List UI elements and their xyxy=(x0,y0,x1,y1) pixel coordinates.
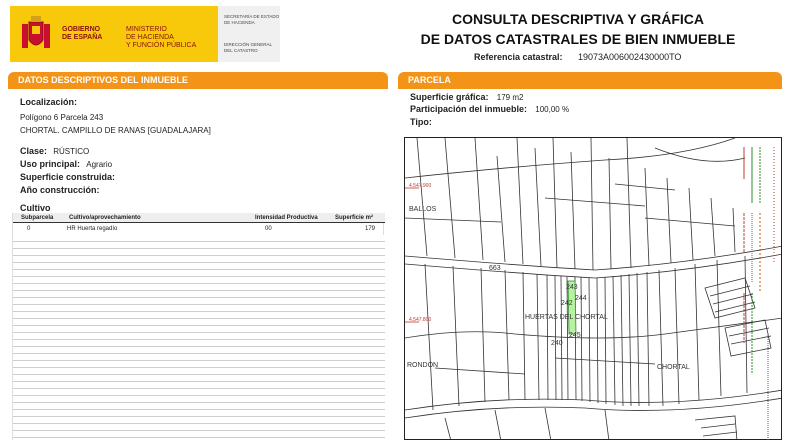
clase-label: Clase: xyxy=(20,146,48,156)
participacion-value: 100,00 % xyxy=(535,105,570,114)
participacion-row: Participación del inmueble: 100,00 % xyxy=(410,104,569,114)
map-label-240: 240 xyxy=(551,340,563,347)
map-label-243: 243 xyxy=(566,284,578,291)
ref-value: 19073A006002430000TO xyxy=(578,52,682,62)
localizacion-line2: CHORTAL. CAMPILLO DE RANAS [GUADALAJARA] xyxy=(20,126,211,135)
gobierno-text: GOBIERNO DE ESPAÑA xyxy=(62,26,103,41)
clase-row: Clase: RÚSTICO xyxy=(20,146,89,156)
superficie-construida-label: Superficie construida: xyxy=(20,172,116,182)
sup-grafica-value: 179 m2 xyxy=(496,93,524,102)
map-label-chortal: CHORTAL xyxy=(657,364,690,371)
map-label-244: 244 xyxy=(575,295,587,302)
secretaria-block: SECRETARÍA DE ESTADO DE HACIENDA DIRECCI… xyxy=(218,6,280,62)
map-label-663: 663 xyxy=(489,265,501,272)
ministerio-text: MINISTERIO DE HACIENDA Y FUNCIÓN PÚBLICA xyxy=(126,26,197,49)
sup-grafica-label: Superficie gráfica: xyxy=(410,92,489,102)
cell-intensidad: 00 xyxy=(265,226,272,232)
cultivo-title: Cultivo xyxy=(20,203,51,213)
sup-grafica-row: Superficie gráfica: 179 m2 xyxy=(410,92,523,102)
referencia-catastral: Referencia catastral: 19073A006002430000… xyxy=(474,52,681,62)
localizacion-line1: Polígono 6 Parcela 243 xyxy=(20,113,104,122)
tipo-row: Tipo: xyxy=(410,117,432,127)
cultivo-table-header: Subparcela Cultivo/aprovechamiento Inten… xyxy=(13,213,385,223)
cell-cultivo: HR Huerta regadío xyxy=(67,226,118,232)
map-label-rondon: RONDON xyxy=(407,362,439,369)
page-title: CONSULTA DESCRIPTIVA Y GRÁFICA DE DATOS … xyxy=(420,11,736,47)
map-label-242: 242 xyxy=(561,300,573,307)
map-legend xyxy=(743,147,775,440)
clase-value: RÚSTICO xyxy=(53,147,90,156)
table-empty-rows xyxy=(13,235,385,440)
map-label-245: 245 xyxy=(569,332,581,339)
direccion-text: DIRECCIÓN GENERAL DEL CATASTRO xyxy=(224,42,273,53)
cadastral-map[interactable]: 4.547.900 4.547.800 BALLOS 663 243 242 2… xyxy=(404,137,782,440)
cell-subparcela: 0 xyxy=(27,226,31,232)
col-cultivo: Cultivo/aprovechamiento xyxy=(69,215,141,221)
col-subparcela: Subparcela xyxy=(21,215,54,221)
coord-label-mid: 4.547.800 xyxy=(409,317,432,323)
cultivo-table: Subparcela Cultivo/aprovechamiento Inten… xyxy=(12,213,385,440)
escudo-icon xyxy=(22,16,50,48)
uso-value: Agrario xyxy=(86,160,113,169)
uso-label: Uso principal: xyxy=(20,159,81,169)
coord-label-top: 4.547.900 xyxy=(409,183,432,189)
anio-construccion-label: Año construcción: xyxy=(20,185,100,195)
tipo-label: Tipo: xyxy=(410,117,432,127)
map-label-huertas: HUERTAS DEL CHORTAL xyxy=(525,314,608,321)
secretaria-text: SECRETARÍA DE ESTADO DE HACIENDA xyxy=(224,14,280,25)
participacion-label: Participación del inmueble: xyxy=(410,104,528,114)
cell-superficie: 179 xyxy=(365,226,376,232)
uso-row: Uso principal: Agrario xyxy=(20,159,112,169)
section-bar-parcela: PARCELA xyxy=(398,72,782,89)
table-row: 0 HR Huerta regadío 00 179 xyxy=(13,224,385,234)
col-superficie: Superficie m² xyxy=(335,215,374,221)
map-label-ballos: BALLOS xyxy=(409,206,437,213)
ref-label: Referencia catastral: xyxy=(474,52,563,62)
localizacion-label: Localización: xyxy=(20,97,78,107)
col-intensidad: Intensidad Productiva xyxy=(255,215,318,221)
parcel-lines xyxy=(405,138,781,439)
section-bar-datos: DATOS DESCRIPTIVOS DEL INMUEBLE xyxy=(8,72,388,89)
